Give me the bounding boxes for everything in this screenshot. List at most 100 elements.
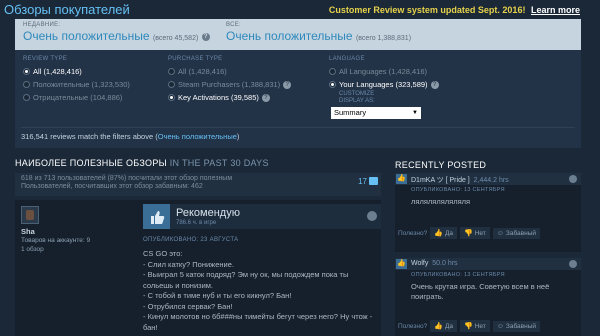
radio-icon[interactable] — [329, 81, 336, 88]
page-header: Обзоры покупателей Customer Review syste… — [0, 0, 600, 19]
purchase-type-label: PURCHASE TYPE — [168, 56, 223, 62]
option-count: (1,428,416) — [43, 67, 82, 76]
radio-icon[interactable] — [23, 68, 30, 75]
vote-funny-button[interactable]: ☺ Забавный — [492, 227, 540, 239]
most-helpful-subtitle: IN THE PAST 30 DAYS — [169, 158, 269, 168]
radio-icon[interactable] — [168, 81, 175, 88]
vote-no-button[interactable]: 👎 Нет — [459, 227, 490, 239]
helpful-stats-bar: 618 из 713 пользователей (87%) посчитали… — [15, 173, 381, 196]
comment-icon[interactable] — [369, 177, 378, 185]
review-hours: 786.6 ч. в игре — [176, 220, 217, 226]
review-line: - Выиграл 5 каток подряд? Эм ну ок, мы п… — [143, 270, 349, 290]
display-as-select[interactable]: Summary ▼ — [331, 107, 421, 119]
avatar[interactable] — [21, 206, 39, 224]
review-line: - Кинул молотов но 6б###ны тимейты бегут… — [143, 312, 373, 332]
recent-review-user: Wolfy 50.0 hrs — [411, 260, 458, 267]
vote-yes-label: Да — [444, 229, 453, 237]
review-type-option-negative[interactable]: Отрицательные (104,886) — [23, 91, 130, 104]
thumbs-up-icon: 👍 — [396, 259, 407, 269]
option-label: All — [33, 67, 42, 76]
radio-icon[interactable] — [168, 68, 175, 75]
comment-count[interactable]: 17 — [358, 177, 367, 186]
all-summary-value[interactable]: Очень положительные — [226, 29, 353, 43]
option-label: Your Languages — [339, 80, 394, 89]
language-option-all[interactable]: All Languages (1,428,416) — [329, 65, 439, 78]
language-option-yours[interactable]: Your Languages (323,589) ? — [329, 78, 439, 91]
vote-no-label: Нет — [474, 322, 486, 330]
option-label: Steam Purchasers — [178, 80, 240, 89]
steam-icon — [569, 175, 577, 183]
update-notice: Customer Review system updated Sept. 201… — [329, 5, 580, 15]
radio-icon[interactable] — [23, 81, 30, 88]
option-count: (39,585) — [230, 93, 259, 102]
match-highlight[interactable]: Очень положительные — [158, 132, 237, 141]
recent-review-date: ОПУБЛИКОВАНО: 13 СЕНТЯБРЯ — [411, 187, 505, 193]
purchase-type-option-key[interactable]: Key Activations (39,585) ? — [168, 91, 291, 104]
review-card: Sha Товаров на аккаунте: 9 1 обзор Реком… — [15, 200, 381, 336]
question-icon[interactable]: ? — [201, 32, 210, 41]
funny-count-line: Пользователей, посчитавших этот обзор за… — [21, 183, 203, 190]
all-summary-label: ВСЕ: — [226, 22, 242, 28]
review-type-option-positive[interactable]: Положительные (1,323,530) — [23, 78, 130, 91]
vote-yes-label: Да — [444, 322, 453, 330]
radio-icon[interactable] — [23, 94, 30, 101]
thumbs-up-icon — [143, 204, 170, 229]
most-helpful-title: НАИБОЛЕЕ ПОЛЕЗНЫЕ ОБЗОРЫ — [15, 158, 167, 168]
review-text: CS GO это: - Слил катку? Понижение. - Вы… — [143, 249, 375, 333]
radio-icon[interactable] — [168, 94, 175, 101]
option-label: Key Activations — [178, 93, 229, 102]
question-icon[interactable]: ? — [283, 80, 292, 89]
match-close: ) — [236, 132, 240, 141]
divider — [21, 127, 575, 128]
smile-icon: ☺ — [496, 322, 504, 330]
author-name[interactable]: Sha — [21, 227, 35, 236]
smile-icon: ☺ — [496, 229, 504, 237]
review-line: CS GO это: — [143, 249, 183, 258]
helpful-count-line: 618 из 713 пользователей (87%) посчитали… — [21, 175, 233, 182]
thumbs-up-icon: 👍 — [434, 323, 443, 330]
recent-review-card: 👍 D1mKA ツ [ Pride ] 2,444.2 hrs ОПУБЛИКО… — [395, 173, 581, 252]
author-reviews[interactable]: 1 обзор — [21, 245, 90, 254]
recent-review-user: D1mKA ツ [ Pride ] 2,444.2 hrs — [411, 175, 509, 185]
steam-icon — [367, 211, 377, 221]
question-icon[interactable]: ? — [261, 93, 270, 102]
page-title: Обзоры покупателей — [4, 2, 130, 17]
radio-icon[interactable] — [329, 68, 336, 75]
recently-posted: RECENTLY POSTED 👍 D1mKA ツ [ Pride ] 2,44… — [395, 160, 585, 336]
thumbs-down-icon: 👎 — [463, 230, 473, 237]
purchase-type-option-steam[interactable]: Steam Purchasers (1,388,831) ? — [168, 78, 292, 91]
vote-funny-button[interactable]: ☺ Забавный — [492, 320, 540, 332]
dropdown-arrow-icon: ▼ — [412, 110, 418, 116]
recent-summary-value[interactable]: Очень положительные — [23, 29, 150, 43]
review-summary-bar: НЕДАВНИЕ: Очень положительные (всего 45,… — [15, 19, 581, 50]
language-label: LANGUAGE — [329, 56, 365, 62]
update-notice-text: Customer Review system updated Sept. 201… — [328, 5, 526, 15]
purchase-type-option-all[interactable]: All (1,428,416) — [168, 65, 291, 78]
vote-no-button[interactable]: 👎 Нет — [459, 320, 490, 332]
recently-posted-title: RECENTLY POSTED — [395, 160, 487, 170]
author-products[interactable]: Товаров на аккаунте: 9 — [21, 236, 90, 245]
recent-review-header[interactable]: 👍 Wolfy 50.0 hrs — [395, 258, 581, 270]
thumbs-up-icon: 👍 — [396, 174, 407, 184]
helpful-question: Полезно? — [398, 229, 428, 237]
review-line: - С тобой в тиме нуб и ты его кикнул? Ба… — [143, 291, 292, 300]
vote-yes-button[interactable]: 👍 Да — [430, 320, 457, 332]
recent-review-text: ляляляляляляля — [411, 197, 471, 206]
review-author: Sha Товаров на аккаунте: 9 1 обзор — [15, 200, 135, 336]
vote-yes-button[interactable]: 👍 Да — [430, 227, 457, 239]
question-icon[interactable]: ? — [430, 80, 439, 89]
recent-user-name[interactable]: D1mKA ツ [ Pride ] — [411, 177, 470, 184]
option-label: Отрицательные — [33, 93, 89, 102]
review-vote-header[interactable]: Рекомендую 786.6 ч. в игре — [143, 204, 381, 229]
author-meta: Товаров на аккаунте: 9 1 обзор — [21, 236, 90, 254]
recent-user-hours: 2,444.2 hrs — [473, 177, 509, 184]
option-count: (1,388,831) — [241, 80, 281, 89]
learn-more-link[interactable]: Learn more — [531, 5, 580, 15]
customize-link[interactable]: CUSTOMIZE — [329, 91, 439, 98]
recent-review-header[interactable]: 👍 D1mKA ツ [ Pride ] 2,444.2 hrs — [395, 173, 581, 185]
review-type-option-all[interactable]: All (1,428,416) — [23, 65, 130, 78]
all-summary-count: (всего 1,388,831) — [355, 35, 412, 42]
recent-user-name[interactable]: Wolfy — [411, 260, 428, 267]
review-type-label: REVIEW TYPE — [23, 56, 68, 62]
review-title: Рекомендую — [176, 207, 240, 219]
